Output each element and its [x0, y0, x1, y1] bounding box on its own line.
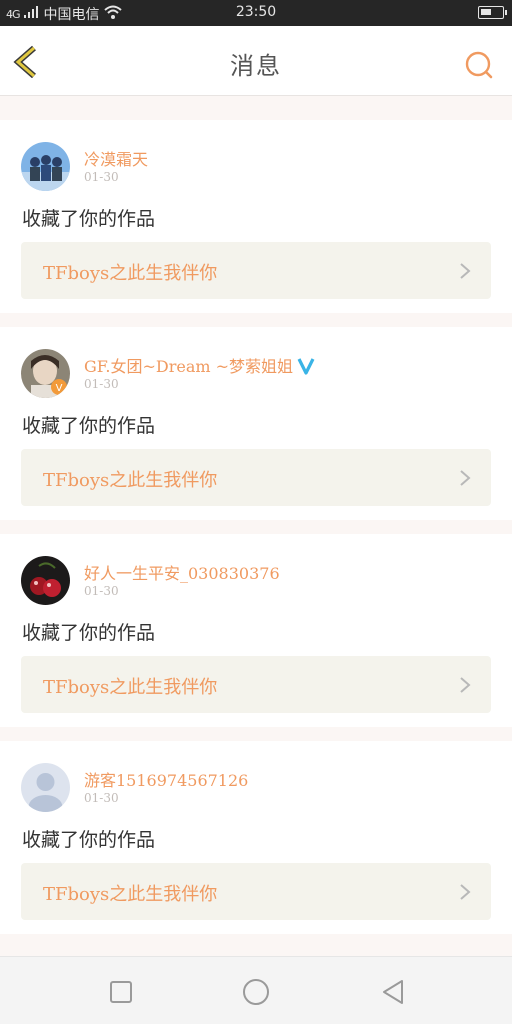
action-text: 收藏了你的作品 [22, 622, 156, 644]
message-card: 冷漠霜天 01-30 收藏了你的作品 TFboys之此生我伴你 [0, 120, 512, 313]
message-list: 冷漠霜天 01-30 收藏了你的作品 TFboys之此生我伴你 V GF.女团~… [0, 106, 512, 934]
avatar[interactable] [21, 142, 70, 191]
app-header: 消息 [0, 26, 512, 96]
home-button[interactable] [241, 977, 271, 1007]
chevron-right-icon [460, 884, 471, 900]
svg-text:V: V [56, 383, 63, 394]
work-title: TFboys之此生我伴你 [43, 677, 218, 698]
username[interactable]: 冷漠霜天 [84, 146, 148, 170]
page-title: 消息 [230, 52, 282, 80]
username[interactable]: 游客1516974567126 [84, 767, 248, 791]
message-card: V GF.女团~Dream ~梦萦姐姐 01-30 收藏了你的作品 TFboys… [0, 327, 512, 520]
recent-apps-button[interactable] [106, 977, 136, 1007]
work-title: TFboys之此生我伴你 [43, 884, 218, 905]
work-link[interactable]: TFboys之此生我伴你 [21, 449, 491, 506]
clock: 23:50 [235, 4, 277, 20]
work-link[interactable]: TFboys之此生我伴你 [21, 242, 491, 299]
system-nav-bar [0, 956, 512, 1024]
work-link[interactable]: TFboys之此生我伴你 [21, 656, 491, 713]
action-text: 收藏了你的作品 [22, 415, 156, 437]
username[interactable]: GF.女团~Dream ~梦萦姐姐 [84, 353, 315, 379]
triangle-back-icon [383, 980, 403, 1004]
square-icon [110, 981, 132, 1003]
action-text: 收藏了你的作品 [22, 208, 156, 230]
circle-icon [243, 979, 269, 1005]
message-date: 01-30 [84, 170, 119, 184]
username[interactable]: 好人一生平安_030830376 [84, 560, 280, 584]
nav-back-button[interactable] [378, 977, 408, 1007]
work-link[interactable]: TFboys之此生我伴你 [21, 863, 491, 920]
avatar[interactable] [21, 763, 70, 812]
search-icon [465, 51, 493, 79]
message-card: 好人一生平安_030830376 01-30 收藏了你的作品 TFboys之此生… [0, 534, 512, 727]
chevron-right-icon [460, 470, 471, 486]
work-title: TFboys之此生我伴你 [43, 263, 218, 284]
message-card: 游客1516974567126 01-30 收藏了你的作品 TFboys之此生我… [0, 741, 512, 934]
search-button[interactable] [464, 50, 494, 80]
message-date: 01-30 [84, 584, 119, 598]
work-title: TFboys之此生我伴你 [43, 470, 218, 491]
status-bar: 4G 中国电信 23:50 [0, 0, 512, 26]
avatar[interactable]: V [21, 349, 70, 398]
message-date: 01-30 [84, 791, 119, 805]
message-date: 01-30 [84, 377, 119, 391]
avatar[interactable] [21, 556, 70, 605]
battery-icon [478, 6, 507, 19]
verified-badge-icon [297, 357, 315, 379]
action-text: 收藏了你的作品 [22, 829, 156, 851]
chevron-right-icon [460, 263, 471, 279]
chevron-right-icon [460, 677, 471, 693]
